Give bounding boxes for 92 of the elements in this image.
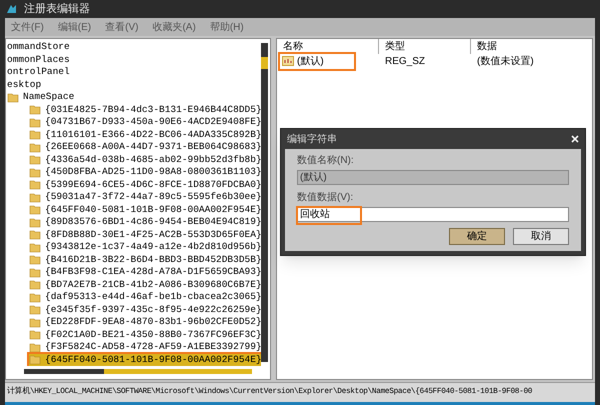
tree-item-label: {450D8FBA-AD25-11D0-98A8-0800361B1103} bbox=[45, 165, 261, 180]
tree-item[interactable]: {031E4825-7B94-4dc3-B131-E946B44C8DD5} bbox=[29, 104, 261, 116]
folder-icon bbox=[29, 104, 41, 116]
value-name-field: (默认) bbox=[297, 170, 569, 185]
tree-item[interactable]: NameSpace bbox=[23, 90, 74, 104]
folder-icon bbox=[29, 254, 41, 266]
scrollbar-thumb[interactable] bbox=[24, 369, 104, 374]
tree-item[interactable]: {daf95313-e44d-46af-be1b-cbacea2c3065} bbox=[29, 291, 261, 304]
tree-item-label: {daf95313-e44d-46af-be1b-cbacea2c3065} bbox=[45, 290, 261, 304]
tree-item[interactable]: ontrolPanel bbox=[7, 65, 70, 80]
folder-icon bbox=[29, 216, 41, 228]
folder-icon bbox=[29, 166, 41, 178]
folder-icon bbox=[29, 129, 41, 140]
value-type-cell-text: REG_SZ bbox=[384, 54, 426, 68]
tree-item[interactable]: ommandStore bbox=[7, 40, 70, 54]
tree-item[interactable]: {B416D21B-3B22-B6D4-BBD3-BBD452DB3D5B} bbox=[29, 254, 261, 266]
vertical-scrollbar[interactable] bbox=[261, 43, 268, 362]
value-data-field[interactable]: 回收站 bbox=[297, 207, 569, 222]
folder-icon bbox=[29, 192, 41, 203]
folder-icon bbox=[29, 229, 41, 240]
tree-item[interactable]: {89D83576-6BD1-4c86-9454-BEB04E94C819} bbox=[29, 216, 261, 228]
tree-item[interactable]: {04731B67-D933-450a-90E6-4ACD2E9408FE} bbox=[29, 116, 261, 128]
folder-icon bbox=[29, 266, 41, 278]
folder-icon bbox=[29, 242, 41, 253]
dialog-title: 编辑字符串 bbox=[287, 132, 337, 146]
tree-item-label: {8FD8B88D-30E1-4F25-AC2B-553D3D65F0EA} bbox=[45, 228, 261, 242]
tree-item[interactable]: esktop bbox=[7, 78, 42, 92]
tree-item[interactable]: {ED228FDF-9EA8-4870-83b1-96b02CFE0D52} bbox=[29, 316, 261, 328]
tree-item-label: {B416D21B-3B22-B6D4-BBD3-BBD452DB3D5B} bbox=[45, 252, 261, 267]
app-icon bbox=[6, 3, 18, 15]
tree-item[interactable]: {11016101-E366-4D22-BC06-4ADA335C892B} bbox=[29, 128, 261, 141]
tree-item-label: {9343812e-1c37-4a49-a12e-4b2d810d956b} bbox=[45, 240, 261, 254]
menu-item[interactable]: 编辑(E) bbox=[58, 20, 92, 34]
folder-icon bbox=[29, 154, 41, 166]
tree-item[interactable]: {e345f35f-9397-435c-8f95-4e922c26259e} bbox=[29, 304, 261, 316]
tree-item[interactable]: {450D8FBA-AD25-11D0-98A8-0800361B1103} bbox=[29, 166, 261, 178]
column-header[interactable]: 类型 bbox=[379, 39, 471, 54]
tree-item[interactable]: {59031a47-3f72-44a7-89c5-5595fe6b30ee} bbox=[29, 191, 261, 204]
tree-item[interactable]: {4336a54d-038b-4685-ab02-99bb52d3fb8b} bbox=[29, 154, 261, 166]
folder-icon bbox=[29, 116, 41, 128]
dialog-button[interactable]: 确定 bbox=[449, 228, 505, 245]
scrollbar-thumb[interactable] bbox=[261, 57, 268, 69]
tree-item[interactable]: {B4FB3F98-C1EA-428d-A78A-D1F5659CBA93} bbox=[29, 266, 261, 278]
tree-item[interactable]: {5399E694-6CE5-4D6C-8FCE-1D8870FDCBA0} bbox=[29, 178, 261, 191]
tree-item[interactable]: {645FF040-5081-101B-9F08-00AA002F954E} bbox=[29, 204, 261, 216]
folder-icon bbox=[29, 329, 41, 340]
dialog-button[interactable]: 取消 bbox=[513, 228, 569, 245]
menu-item[interactable]: 文件(F) bbox=[11, 20, 44, 34]
tree-item-label: {59031a47-3f72-44a7-89c5-5595fe6b30ee} bbox=[45, 190, 261, 204]
menu-item[interactable]: 收藏夹(A) bbox=[152, 20, 196, 34]
close-icon[interactable] bbox=[571, 135, 579, 143]
horizontal-scrollbar[interactable] bbox=[24, 369, 252, 374]
value-data-cell-text: (数值未设置) bbox=[476, 54, 535, 68]
window-title: 注册表编辑器 bbox=[24, 2, 90, 17]
tree-item[interactable]: {BD7A2E7B-21CB-41b2-A086-B309680C6B7E} bbox=[29, 278, 261, 291]
column-header[interactable]: 数据 bbox=[471, 39, 592, 54]
folder-icon bbox=[7, 92, 19, 103]
folder-icon bbox=[29, 204, 41, 216]
field-label: 数值名称(N): bbox=[297, 154, 355, 168]
tree-item-label: {04731B67-D933-450a-90E6-4ACD2E9408FE} bbox=[45, 115, 261, 130]
string-value-icon bbox=[282, 56, 294, 66]
folder-icon bbox=[29, 279, 41, 290]
menu-item[interactable]: 帮助(H) bbox=[210, 20, 244, 34]
tree-item-label: {ED228FDF-9EA8-4870-83b1-96b02CFE0D52} bbox=[45, 315, 261, 330]
tree-item[interactable]: ommonPlaces bbox=[7, 52, 70, 67]
folder-icon bbox=[29, 179, 41, 190]
folder-icon bbox=[29, 304, 41, 316]
tree-item-label: {4336a54d-038b-4685-ab02-99bb52d3fb8b} bbox=[45, 152, 261, 167]
tree-item-label: {89D83576-6BD1-4c86-9454-BEB04E94C819} bbox=[45, 215, 261, 230]
tree-item[interactable]: {8FD8B88D-30E1-4F25-AC2B-553D3D65F0EA} bbox=[29, 228, 261, 241]
tree-item-label: {BD7A2E7B-21CB-41b2-A086-B309680C6B7E} bbox=[45, 278, 261, 292]
tree-item[interactable]: {F3F5824C-AD58-4728-AF59-A1EBE3392799} bbox=[29, 341, 261, 354]
column-header[interactable]: 名称 bbox=[277, 39, 379, 54]
menu-item[interactable]: 查看(V) bbox=[105, 20, 138, 34]
value-name-cell[interactable]: (默认) bbox=[280, 54, 354, 68]
tree-item-label: {11016101-E366-4D22-BC06-4ADA335C892B} bbox=[45, 128, 261, 142]
tree-item-label: {B4FB3F98-C1EA-428d-A78A-D1F5659CBA93} bbox=[45, 265, 261, 280]
tree-item-label: {F02C1A0D-BE21-4350-88B0-7367FC96EF3C} bbox=[45, 328, 261, 342]
tree-item-label: {645FF040-5081-101B-9F08-00AA002F954E} bbox=[45, 202, 261, 217]
tree-item[interactable]: {F02C1A0D-BE21-4350-88B0-7367FC96EF3C} bbox=[29, 328, 261, 341]
folder-icon bbox=[29, 142, 41, 153]
tree-item-label: {e345f35f-9397-435c-8f95-4e922c26259e} bbox=[45, 302, 261, 317]
folder-icon bbox=[29, 316, 41, 328]
tree-item-label: {031E4825-7B94-4dc3-B131-E946B44C8DD5} bbox=[45, 102, 261, 117]
tree-item-label: {5399E694-6CE5-4D6C-8FCE-1D8870FDCBA0} bbox=[45, 178, 261, 192]
tree-item-label: {26EE0668-A00A-44D7-9371-BEB064C98683} bbox=[45, 140, 261, 154]
tree-item-label: {F3F5824C-AD58-4728-AF59-A1EBE3392799} bbox=[45, 340, 261, 354]
tree-item[interactable]: {26EE0668-A00A-44D7-9371-BEB064C98683} bbox=[29, 141, 261, 154]
field-label: 数值数据(V): bbox=[297, 191, 354, 205]
folder-icon bbox=[29, 354, 41, 366]
folder-icon bbox=[29, 292, 41, 303]
tree-item[interactable]: {9343812e-1c37-4a49-a12e-4b2d810d956b} bbox=[29, 241, 261, 254]
